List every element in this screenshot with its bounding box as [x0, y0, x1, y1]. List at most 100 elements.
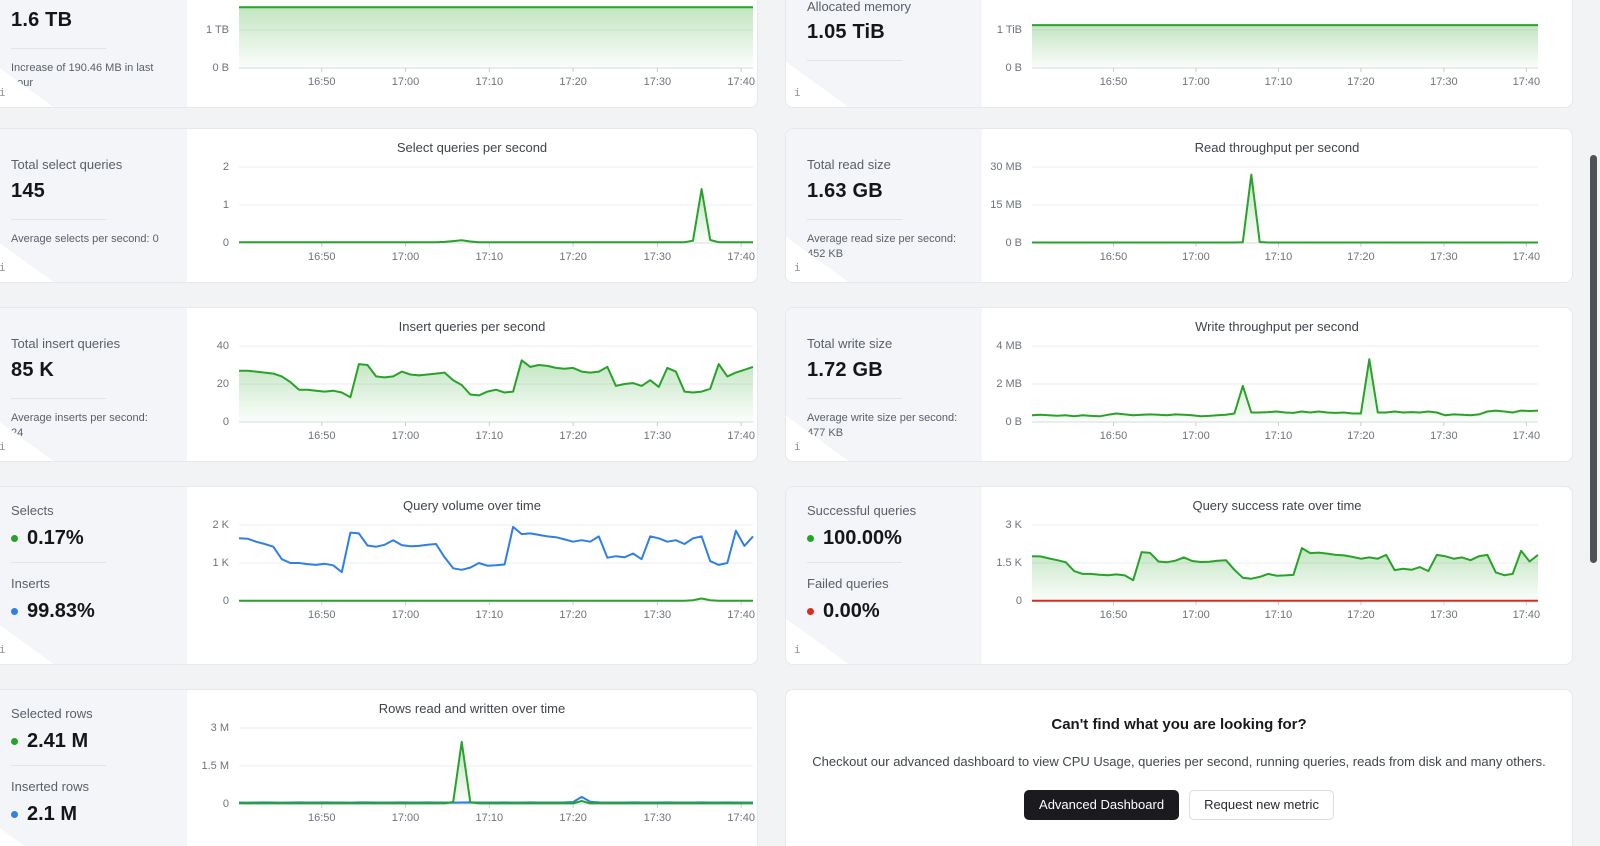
chart-panel: 1 TB 0 B 16:50 17:00 17:10 17:20 17:30 17:40 — [187, 0, 757, 107]
corner-fold — [0, 62, 53, 107]
x-tick-label: 17:30 — [643, 812, 672, 824]
x-tick-label: 17:30 — [643, 609, 672, 621]
metric-card: Selected rows2.41 MInserted rows2.1 MiRo… — [0, 689, 758, 846]
stat-panel: Total write size1.72 GBAverage write siz… — [786, 308, 982, 461]
y-tick-label: 0 — [222, 798, 229, 810]
y-tick-label: 0 — [222, 416, 229, 428]
y-tick-label: 0 — [222, 237, 229, 249]
x-tick-label: 16:50 — [307, 430, 336, 442]
x-tick-label: 16:50 — [307, 609, 336, 621]
stat-value: 1.72 GB — [807, 359, 883, 381]
x-tick-label: 17:10 — [475, 609, 504, 621]
y-tick-label: 1.5 K — [996, 557, 1022, 569]
y-tick-label: 4 MB — [996, 340, 1022, 352]
info-icon[interactable]: i — [0, 86, 6, 99]
info-icon[interactable]: i — [0, 440, 6, 453]
line-chart — [1032, 166, 1538, 247]
y-tick-label: 20 — [216, 378, 229, 390]
divider — [11, 48, 106, 49]
line-chart — [238, 727, 753, 808]
scrollbar-thumb[interactable] — [1590, 155, 1597, 563]
x-tick-label: 17:00 — [391, 812, 420, 824]
promo-heading: Can't find what you are looking for? — [1051, 716, 1307, 733]
x-tick-label: 17:20 — [1347, 609, 1375, 621]
y-tick-label: 2 MB — [996, 378, 1022, 390]
info-icon[interactable]: i — [794, 440, 801, 453]
x-tick-label: 17:40 — [727, 76, 755, 88]
corner-fold — [0, 822, 53, 846]
info-icon[interactable]: i — [794, 643, 801, 656]
metric-card: Total insert queries85 KAverage inserts … — [0, 307, 758, 462]
line-chart — [239, 166, 753, 247]
x-tick-label: 17:20 — [559, 609, 587, 621]
request-new-metric-button[interactable]: Request new metric — [1189, 790, 1334, 820]
y-tick-label: 0 — [222, 595, 229, 607]
metric-card: Total read size1.63 GBAverage read size … — [785, 128, 1573, 283]
dashboard-row: 1.6 TBIncrease of 190.46 MB in last hour… — [0, 0, 1600, 112]
chart-title: Select queries per second — [396, 140, 548, 155]
dashboard-row: Total insert queries85 KAverage inserts … — [0, 307, 1600, 462]
chart-plot: 4 MB 2 MB 0 B 16:50 17:00 17:10 17:20 17:30 17:4… — [996, 340, 1540, 442]
chart-plot: 2 1 0 16:50 17:00 17:10 17:20 17:30 17:40 — [223, 161, 755, 263]
blue-legend-dot — [11, 608, 18, 615]
y-tick-label: 1 TiB — [996, 24, 1022, 36]
advanced-dashboard-button[interactable]: Advanced Dashboard — [1024, 790, 1180, 820]
metric-value-row: 0.17% — [11, 527, 173, 550]
x-tick-label: 17:10 — [1264, 609, 1293, 621]
chart-title: Query volume over time — [403, 498, 541, 513]
line-chart — [239, 345, 754, 426]
line-chart — [1032, 24, 1538, 72]
info-icon[interactable]: i — [794, 86, 801, 99]
promo-card: Can't find what you are looking for? Che… — [785, 689, 1573, 846]
chart-plot: 1 TB 0 B 16:50 17:00 17:10 17:20 17:30 17:40 — [206, 0, 755, 88]
metric-label: Failed queries — [807, 576, 889, 591]
dashboard-row: Selected rows2.41 MInserted rows2.1 MiRo… — [0, 689, 1600, 846]
x-tick-label: 17:20 — [1347, 76, 1375, 88]
x-tick-label: 17:00 — [391, 76, 420, 88]
x-tick-label: 16:50 — [307, 76, 336, 88]
x-tick-label: 17:30 — [1430, 609, 1458, 621]
divider — [11, 398, 106, 399]
green-legend-dot — [11, 738, 18, 745]
stat-panel: 1.6 TBIncrease of 190.46 MB in last hour… — [0, 0, 187, 107]
x-tick-label: 17:40 — [727, 609, 755, 621]
chart-plot: 40 20 0 16:50 17:00 17:10 17:20 17:30 17:40 — [217, 340, 755, 442]
x-tick-label: 17:10 — [1264, 251, 1293, 263]
metric-value-row: 100.00% — [807, 527, 968, 550]
line-chart — [239, 6, 753, 72]
metrics-dashboard: 1.6 TBIncrease of 190.46 MB in last hour… — [0, 0, 1600, 846]
chart-panel: Select queries per second 2 1 0 16:50 17:00 17… — [187, 129, 757, 282]
x-tick-label: 16:50 — [1099, 430, 1128, 442]
x-tick-label: 17:30 — [1430, 76, 1458, 88]
y-tick-label: 3 K — [1005, 519, 1022, 531]
info-icon[interactable]: i — [0, 261, 6, 274]
metric-card: Allocated memory 1.05 TiB i 1 TiB 0 B 16:50 17… — [785, 0, 1573, 108]
metric-label: Inserted rows — [11, 779, 90, 794]
chart-plot: 1 TiB 0 B 16:50 17:00 17:10 17:20 17:30 17:40 — [997, 0, 1540, 88]
x-tick-label: 17:00 — [1182, 609, 1210, 621]
y-tick-label: 1.5 M — [201, 760, 229, 772]
dashboard-row: Selects0.17%Inserts99.83%iQuery volume o… — [0, 486, 1600, 665]
y-tick-label: 0 B — [1005, 62, 1022, 74]
selected-rows-area — [239, 741, 753, 804]
divider — [807, 562, 902, 563]
x-tick-label: 16:50 — [1099, 251, 1128, 263]
corner-fold — [786, 619, 848, 664]
info-icon[interactable]: i — [794, 261, 801, 274]
divider — [807, 60, 902, 61]
metric-value: 2.41 M — [27, 730, 89, 752]
y-tick-label: 30 MB — [990, 161, 1022, 173]
insert-volume-line — [238, 525, 754, 574]
divider — [807, 398, 902, 399]
promo-body: Checkout our advanced dashboard to view … — [812, 754, 1546, 769]
stat-value: 145 — [11, 180, 45, 202]
chart-panel: Query success rate over time 3 K 1.5 K 0 16:… — [982, 487, 1572, 664]
stat-panel: Total select queries 145 Average selects p… — [0, 129, 187, 282]
y-tick-label: 3 M — [210, 722, 229, 734]
chart-panel: Query volume over time 2 K 1 K 0 16:50 17:00 1… — [187, 487, 757, 664]
info-icon[interactable]: i — [0, 643, 6, 656]
green-legend-dot — [807, 535, 814, 542]
y-tick-label: 1 — [222, 199, 229, 211]
red-legend-dot — [807, 608, 814, 615]
stat-panel: Selected rows2.41 MInserted rows2.1 Mi — [0, 690, 187, 846]
